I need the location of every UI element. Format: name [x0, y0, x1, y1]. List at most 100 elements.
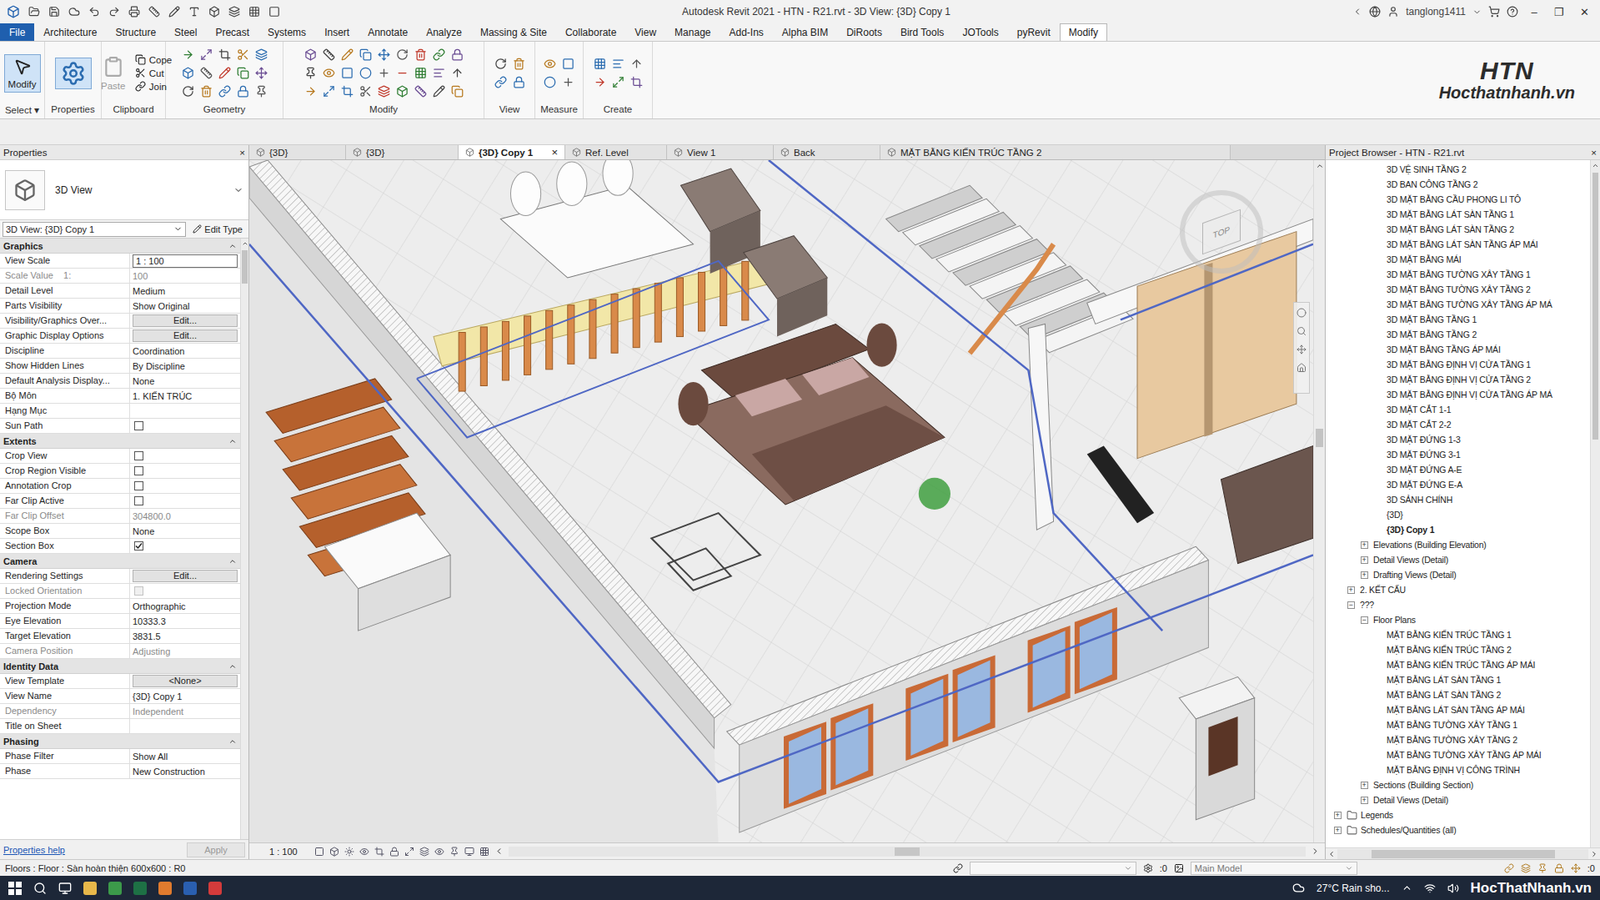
selection-filter-icon[interactable] — [1520, 862, 1531, 873]
revit-icon[interactable] — [183, 881, 197, 895]
quick-access-icon[interactable] — [128, 5, 141, 18]
properties-button[interactable] — [55, 57, 92, 90]
ribbon-tab[interactable]: Massing & Site — [471, 23, 557, 41]
selection-filter-icon[interactable] — [1537, 862, 1548, 873]
tool-icon[interactable] — [200, 48, 213, 61]
tree-item[interactable]: +Detail Views (Detail) — [1325, 792, 1590, 808]
expander[interactable]: + — [1334, 811, 1342, 819]
quick-access-icon[interactable] — [268, 5, 281, 18]
tree-item[interactable]: 3D MẶT BẰNG ĐỊNH VỊ CỬA TẦNG 1 — [1325, 356, 1590, 372]
infocenter-icon[interactable] — [1369, 5, 1381, 18]
model-view[interactable] — [249, 160, 1314, 843]
quick-access-icon[interactable] — [248, 5, 261, 18]
tool-icon[interactable] — [451, 48, 464, 61]
checkbox[interactable] — [134, 451, 144, 461]
tool-icon[interactable] — [377, 48, 391, 61]
tree-item[interactable]: 3D MẶT BẰNG TẦNG 2 — [1325, 326, 1590, 342]
quick-access-icon[interactable] — [188, 5, 201, 18]
tool-icon[interactable] — [630, 75, 643, 89]
tree-item[interactable]: {3D} — [1325, 506, 1590, 522]
tool-icon[interactable] — [543, 57, 557, 71]
tree-item[interactable]: 3D MẶT CẮT 1-1 — [1325, 401, 1590, 417]
tool-icon[interactable] — [543, 75, 557, 89]
edit-button[interactable]: Edit... — [132, 329, 238, 342]
property-value[interactable]: 1. KIẾN TRÚC — [130, 388, 241, 403]
ribbon-tab[interactable]: Add-Ins — [719, 23, 773, 41]
tree-item[interactable]: {3D} Copy 1 — [1325, 521, 1590, 537]
property-value[interactable] — [130, 493, 241, 508]
user-name[interactable]: tanglong1411 — [1405, 5, 1466, 18]
selection-filter-icon[interactable] — [1504, 862, 1515, 873]
property-value[interactable]: Orthographic — [130, 598, 241, 613]
tree-item[interactable]: MẶT BẰNG ĐỊNH VỊ CÔNG TRÌNH — [1325, 762, 1590, 778]
tool-icon[interactable] — [181, 85, 195, 98]
property-value[interactable] — [130, 418, 241, 433]
clipboard-button[interactable]: Cut — [135, 67, 173, 79]
tree-item[interactable]: 3D MẶT ĐỨNG 1-3 — [1325, 431, 1590, 447]
edit-button[interactable]: Edit... — [132, 569, 238, 582]
view-control-icon[interactable] — [479, 846, 490, 857]
scroll-thumb[interactable] — [1371, 849, 1555, 858]
tool-icon[interactable] — [593, 57, 607, 71]
expander[interactable]: + — [1347, 586, 1355, 594]
ribbon-tab[interactable]: Bird Tools — [891, 23, 953, 41]
tool-icon[interactable] — [451, 85, 464, 98]
quick-access-icon[interactable] — [148, 5, 161, 18]
tree-item[interactable]: MẶT BẰNG KIẾN TRÚC TẦNG ÁP MÁI — [1325, 657, 1590, 673]
tree-item[interactable]: 3D MẶT BẰNG TƯỜNG XÂY TẦNG ÁP MÁ — [1325, 296, 1590, 312]
ribbon-tab[interactable]: Structure — [105, 23, 166, 41]
tool-icon[interactable] — [218, 66, 231, 80]
view-control-icon[interactable] — [359, 846, 370, 857]
tool-icon[interactable] — [414, 48, 427, 61]
paste-button[interactable]: Paste — [95, 52, 132, 95]
view-tab[interactable]: {3D} Copy 1× — [458, 145, 566, 160]
tool-icon[interactable] — [218, 48, 231, 61]
ribbon-tab[interactable]: JOTools — [952, 23, 1008, 41]
expander[interactable]: + — [1360, 781, 1369, 789]
view-tab[interactable]: MẶT BẰNG KIẾN TRÚC TẦNG 2 — [880, 145, 1231, 160]
view-control-icon[interactable] — [344, 846, 355, 857]
property-value[interactable]: Show All — [130, 748, 241, 763]
group-header[interactable]: Identity Data — [0, 658, 241, 674]
ribbon-tab[interactable]: pyRevit — [1008, 23, 1060, 41]
quick-access-icon[interactable] — [208, 5, 221, 18]
view-tab[interactable]: Back — [773, 145, 881, 160]
tree-item[interactable]: 3D MẶT BẰNG LÁT SÀN TẦNG 1 — [1325, 206, 1590, 222]
tree-item[interactable]: 3D MẶT BẰNG MÁI — [1325, 251, 1590, 267]
expander[interactable]: + — [1360, 556, 1369, 564]
tree-item[interactable]: 3D SẢNH CHÍNH — [1325, 491, 1590, 507]
property-value[interactable]: None — [130, 523, 241, 538]
close-button[interactable]: × — [239, 147, 246, 158]
ribbon-tab[interactable]: Alpha BIM — [772, 23, 838, 41]
tool-icon[interactable] — [200, 85, 213, 98]
tree-item[interactable]: MẶT BẰNG TƯỜNG XÂY TẦNG 1 — [1325, 717, 1590, 733]
tool-icon[interactable] — [255, 66, 268, 80]
excel-icon[interactable] — [133, 881, 147, 895]
tool-icon[interactable] — [611, 57, 625, 71]
tool-icon[interactable] — [341, 85, 354, 98]
tool-icon[interactable] — [494, 57, 507, 71]
tree-item[interactable]: 3D MẶT ĐỨNG E-A — [1325, 476, 1590, 492]
ribbon-tab[interactable]: Collaborate — [556, 23, 626, 41]
type-selector[interactable]: 3D View — [0, 160, 249, 221]
view-control-icon[interactable] — [434, 846, 445, 857]
expander[interactable]: − — [1360, 616, 1369, 624]
tree-item[interactable]: 3D MẶT BẰNG TƯỜNG XÂY TẦNG 1 — [1325, 266, 1590, 282]
property-value[interactable]: Show Original — [130, 298, 241, 313]
tool-icon[interactable] — [432, 85, 446, 98]
scroll-thumb[interactable] — [241, 250, 247, 284]
tool-icon[interactable] — [396, 85, 409, 98]
view-tab[interactable]: Ref. Level — [565, 145, 668, 160]
ribbon-tab[interactable]: Manage — [665, 23, 720, 41]
tree-item[interactable]: −Floor Plans — [1325, 611, 1590, 627]
property-value[interactable]: <None> — [130, 673, 241, 688]
tool-icon[interactable] — [451, 66, 464, 80]
property-value[interactable]: Coordination — [130, 343, 241, 358]
tool-icon[interactable] — [611, 75, 625, 89]
expander[interactable]: + — [1360, 541, 1369, 549]
tree-item[interactable]: MẶT BẰNG KIẾN TRÚC TẦNG 2 — [1325, 642, 1590, 658]
tree-item[interactable]: +2. KẾT CẤU — [1325, 581, 1590, 597]
ribbon-tab[interactable]: Systems — [258, 23, 316, 41]
tree-item[interactable]: 3D BAN CÔNG TẦNG 2 — [1325, 176, 1590, 192]
property-value[interactable] — [130, 448, 241, 463]
